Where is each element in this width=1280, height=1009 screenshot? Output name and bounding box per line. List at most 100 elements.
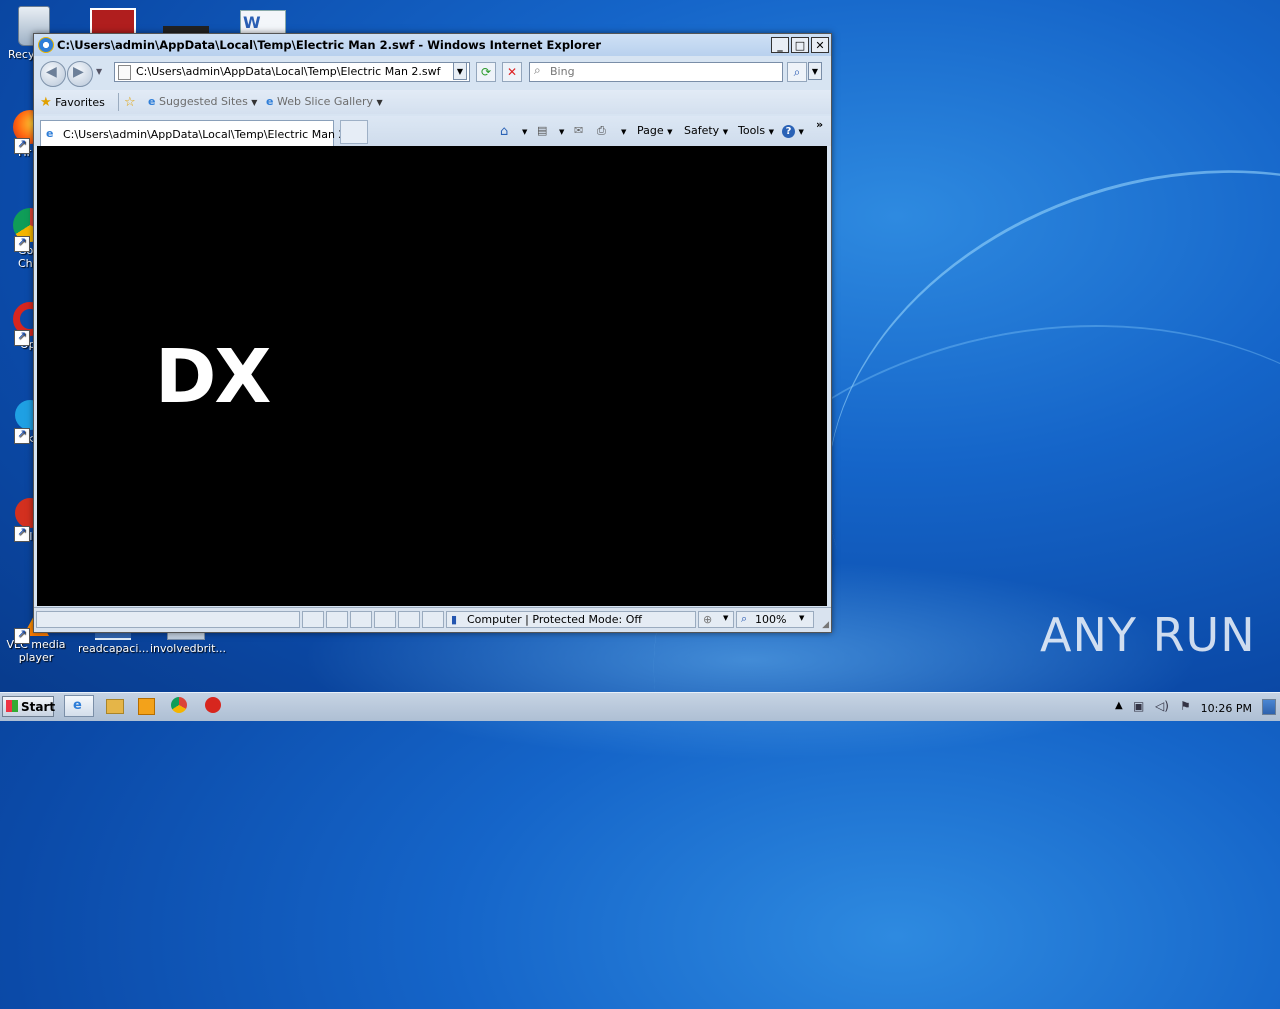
print-icon[interactable]: ⎙ — [597, 124, 606, 138]
feeds-dropdown[interactable]: ▼ — [559, 128, 564, 136]
forward-button[interactable]: ▶ — [67, 61, 93, 87]
chevron-down-icon: ▼ — [723, 614, 729, 622]
tools-menu-label: Tools — [738, 124, 766, 137]
status-cell — [374, 611, 396, 628]
search-input[interactable]: ⌕ Bing — [529, 62, 783, 82]
add-to-favorites-bar-button[interactable]: ☆ — [124, 95, 136, 110]
tab-row: e C:\Users\admin\AppData\Local\Temp\Elec… — [34, 116, 831, 146]
address-text: C:\Users\admin\AppData\Local\Temp\Electr… — [136, 65, 441, 78]
status-cell — [350, 611, 372, 628]
status-bar: ▮ Computer | Protected Mode: Off ⊕ ▼ ⌕ 1… — [34, 607, 831, 632]
refresh-button[interactable]: ⟳ — [476, 62, 496, 82]
lock-icon: ⊕ — [703, 613, 713, 626]
suggested-sites-button[interactable]: e Suggested Sites ▼ — [148, 95, 257, 108]
recent-pages-dropdown[interactable]: ▼ — [96, 67, 102, 76]
folder-icon — [106, 699, 124, 714]
status-cell — [422, 611, 444, 628]
windows-logo-icon — [6, 700, 18, 712]
suggested-sites-label: Suggested Sites — [158, 95, 248, 108]
back-arrow-icon: ◀ — [46, 64, 57, 80]
ie-page-icon: e — [266, 95, 274, 108]
network-icon[interactable]: ▣ — [1133, 699, 1144, 713]
favorites-bar: ★ Favorites ☆ e Suggested Sites ▼ e Web … — [34, 90, 831, 114]
taskbar-chrome-button[interactable] — [171, 697, 193, 717]
taskbar-opera-button[interactable] — [205, 697, 227, 717]
safety-menu-label: Safety — [684, 124, 720, 137]
security-zone-label: Computer | Protected Mode: Off — [467, 613, 642, 626]
web-slice-gallery-label: Web Slice Gallery — [276, 95, 374, 108]
zoom-control[interactable]: ⌕ 100% ▼ — [736, 611, 814, 628]
title-bar[interactable]: C:\Users\admin\AppData\Local\Temp\Electr… — [34, 34, 831, 56]
forward-arrow-icon: ▶ — [73, 64, 84, 80]
close-button[interactable]: ✕ — [811, 37, 829, 53]
new-tab-button[interactable] — [340, 120, 368, 144]
taskbar-media-player-button[interactable] — [137, 697, 159, 717]
show-hidden-icons-icon[interactable]: ▲ — [1115, 700, 1123, 711]
ie-logo-icon — [38, 37, 54, 53]
address-bar[interactable]: C:\Users\admin\AppData\Local\Temp\Electr… — [114, 62, 470, 82]
help-menu[interactable]: ? ▼ — [782, 124, 804, 138]
favorites-button[interactable]: ★ Favorites — [40, 95, 105, 110]
status-text-cell — [36, 611, 300, 628]
maximize-button[interactable]: □ — [791, 37, 809, 53]
start-label: Start — [21, 700, 56, 714]
feeds-icon[interactable]: ▤ — [537, 124, 547, 137]
volume-icon[interactable]: ◁) — [1155, 699, 1169, 713]
favorites-label: Favorites — [55, 96, 105, 109]
help-icon: ? — [782, 125, 795, 138]
action-center-flag-icon[interactable]: ⚑ — [1180, 699, 1191, 713]
protected-mode-cell[interactable]: ⊕ ▼ — [698, 611, 734, 628]
taskbar-explorer-button[interactable] — [104, 697, 126, 717]
more-commands-chevron-icon[interactable]: » — [816, 118, 823, 131]
chrome-icon — [171, 697, 187, 713]
dx-logo-text: DX — [155, 334, 271, 420]
tab-label: C:\Users\admin\AppData\Local\Temp\Electr… — [63, 128, 368, 141]
shortcut-arrow-icon — [14, 137, 30, 154]
home-dropdown[interactable]: ▼ — [522, 128, 527, 136]
taskbar-ie-button[interactable]: e — [64, 695, 94, 717]
anyrun-watermark: ANY RUN — [1040, 608, 1256, 662]
status-cell — [326, 611, 348, 628]
ie-logo-icon: e — [73, 698, 82, 713]
zoom-level: 100% — [755, 613, 787, 626]
opera-icon — [205, 697, 221, 713]
media-player-icon — [138, 698, 155, 715]
shortcut-arrow-icon — [14, 427, 30, 444]
search-button[interactable]: ⌕ — [787, 62, 807, 82]
safety-menu[interactable]: Safety ▼ — [684, 124, 728, 137]
page-menu-label: Page — [637, 124, 664, 137]
search-placeholder: Bing — [550, 65, 575, 78]
tools-menu[interactable]: Tools ▼ — [738, 124, 774, 137]
ie-window: C:\Users\admin\AppData\Local\Temp\Electr… — [33, 33, 832, 633]
shortcut-arrow-icon — [14, 329, 30, 346]
clock[interactable]: 10:26 PM — [1201, 702, 1252, 715]
status-cell — [302, 611, 324, 628]
tab-active[interactable]: e C:\Users\admin\AppData\Local\Temp\Elec… — [40, 120, 368, 146]
read-mail-icon[interactable]: ✉ — [574, 124, 583, 137]
flash-content-area[interactable]: DX — [37, 146, 827, 606]
page-icon — [118, 65, 131, 80]
start-button[interactable]: Start — [2, 696, 56, 717]
page-menu[interactable]: Page ▼ — [637, 124, 673, 137]
resize-grip-icon[interactable]: ◢ — [822, 620, 829, 630]
security-zone-cell[interactable]: ▮ Computer | Protected Mode: Off — [446, 611, 696, 628]
home-icon[interactable]: ⌂ — [500, 124, 508, 139]
address-row: ◀ ▶ ▼ C:\Users\admin\AppData\Local\Temp\… — [34, 58, 831, 87]
window-title: C:\Users\admin\AppData\Local\Temp\Electr… — [57, 38, 602, 52]
shortcut-arrow-icon — [14, 235, 30, 252]
minimize-button[interactable]: _ — [771, 37, 789, 53]
search-options-dropdown[interactable]: ▼ — [808, 62, 822, 80]
back-button[interactable]: ◀ — [40, 61, 66, 87]
show-desktop-button[interactable] — [1262, 699, 1276, 715]
separator — [118, 93, 119, 111]
address-dropdown-button[interactable]: ▼ — [453, 62, 467, 80]
status-cell — [398, 611, 420, 628]
chevron-down-icon: ▼ — [722, 128, 729, 136]
chevron-down-icon: ▼ — [251, 98, 258, 107]
ie-page-icon: e — [46, 127, 54, 140]
ie-page-icon: e — [148, 95, 156, 108]
print-dropdown[interactable]: ▼ — [621, 128, 626, 136]
favorites-star-icon: ★ — [40, 95, 52, 110]
stop-button[interactable]: ✕ — [502, 62, 522, 82]
web-slice-gallery-button[interactable]: e Web Slice Gallery ▼ — [266, 95, 383, 108]
